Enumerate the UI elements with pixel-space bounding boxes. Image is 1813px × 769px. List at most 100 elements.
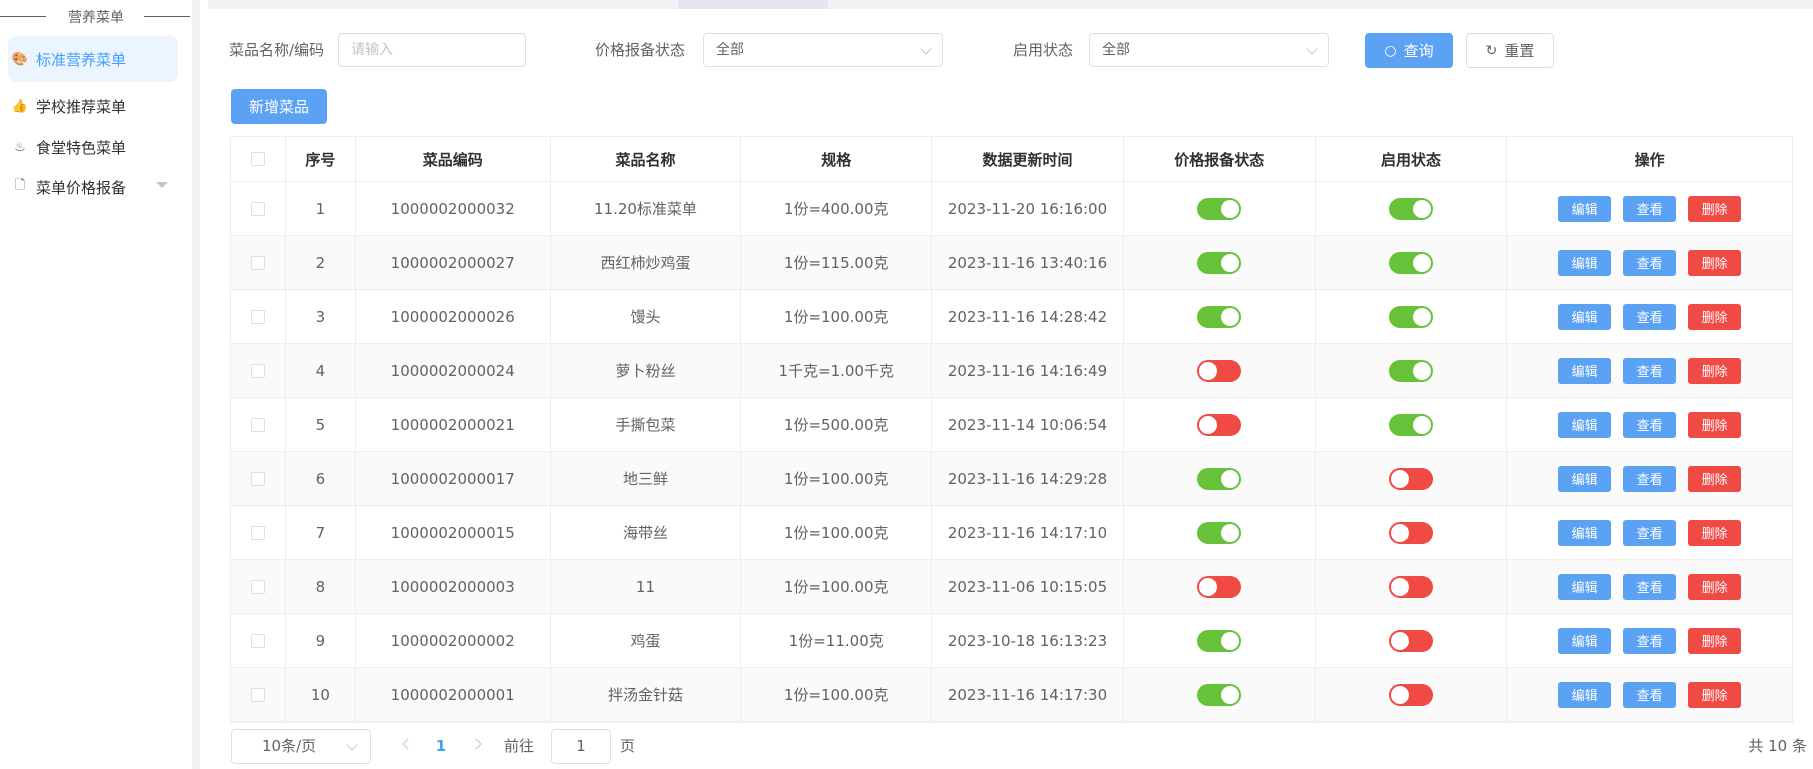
enable-status-switch[interactable] [1388,629,1433,652]
cell-price-status [1124,182,1316,235]
edit-button[interactable]: 编辑 [1558,681,1612,708]
row-checkbox[interactable] [250,309,265,324]
note-icon: 🗋 [14,178,26,193]
price-status-select[interactable]: 全部 [703,33,943,67]
view-button[interactable]: 查看 [1623,627,1677,654]
view-button[interactable]: 查看 [1623,249,1677,276]
row-checkbox[interactable] [250,255,265,270]
cell-price-status [1124,344,1316,397]
goto-page-input[interactable]: 1 [551,729,611,764]
price-status-switch[interactable] [1197,683,1242,706]
delete-button[interactable]: 删除 [1688,195,1742,222]
delete-button[interactable]: 删除 [1688,465,1742,492]
table-row: 4 1000002000024 萝卜粉丝 1千克=1.00千克 2023-11-16 1… [231,344,1792,398]
cell-actions: 编辑 查看 删除 [1507,506,1792,559]
sidebar-item[interactable]: 🗋 菜单价格报备 [8,164,178,210]
top-tab[interactable] [678,0,828,9]
row-checkbox[interactable] [250,363,265,378]
edit-button[interactable]: 编辑 [1558,195,1612,222]
edit-button[interactable]: 编辑 [1558,249,1612,276]
prev-page-icon[interactable] [402,738,414,750]
enable-status-switch[interactable] [1388,305,1433,328]
edit-button[interactable]: 编辑 [1558,573,1612,600]
view-button[interactable]: 查看 [1623,357,1677,384]
edit-button[interactable]: 编辑 [1558,519,1612,546]
price-status-switch[interactable] [1197,467,1242,490]
total-count: 共 10 条 [1748,737,1807,755]
row-checkbox[interactable] [250,579,265,594]
switch-knob [1221,685,1240,704]
price-status-switch[interactable] [1197,197,1242,220]
query-button[interactable]: ○ 查询 [1365,33,1453,68]
delete-button[interactable]: 删除 [1688,519,1742,546]
reset-button-label: 重置 [1504,42,1535,60]
column-header-actions: 操作 [1634,150,1665,169]
enable-status-switch[interactable] [1388,521,1433,544]
price-status-switch[interactable] [1197,413,1242,436]
page-size-select[interactable]: 10条/页 [231,729,371,764]
cell-actions: 编辑 查看 删除 [1507,344,1792,397]
enable-status-select[interactable]: 全部 [1089,33,1329,67]
add-dish-button[interactable]: 新增菜品 [231,89,327,124]
cell-index: 8 [286,560,356,613]
view-button[interactable]: 查看 [1623,195,1677,222]
select-all-checkbox[interactable] [250,152,265,166]
row-checkbox[interactable] [250,201,265,216]
fire-icon: ♨ [14,139,26,155]
cell-name: 海带丝 [551,506,742,559]
divider [144,16,190,17]
view-button[interactable]: 查看 [1623,303,1677,330]
cell-enable-status [1316,398,1508,451]
row-checkbox[interactable] [250,525,265,540]
delete-button[interactable]: 删除 [1688,249,1742,276]
price-status-switch[interactable] [1197,359,1242,382]
refresh-icon: ↻ [1485,42,1498,59]
enable-status-switch[interactable] [1388,467,1433,490]
enable-status-switch[interactable] [1388,251,1433,274]
price-status-switch[interactable] [1197,305,1242,328]
sidebar-item[interactable]: 🎨 标准营养菜单 [8,36,178,82]
view-button[interactable]: 查看 [1623,681,1677,708]
row-checkbox[interactable] [250,633,265,648]
edit-button[interactable]: 编辑 [1558,411,1612,438]
enable-status-switch[interactable] [1388,575,1433,598]
edit-button[interactable]: 编辑 [1558,465,1612,492]
sidebar-item-label: 标准营养菜单 [36,50,127,69]
enable-status-switch[interactable] [1388,683,1433,706]
cell-update-time: 2023-11-16 14:29:28 [932,452,1124,505]
delete-button[interactable]: 删除 [1688,357,1742,384]
view-button[interactable]: 查看 [1623,573,1677,600]
row-checkbox[interactable] [250,687,265,702]
enable-status-switch[interactable] [1388,413,1433,436]
cell-index: 5 [286,398,356,451]
delete-button[interactable]: 删除 [1688,411,1742,438]
edit-button[interactable]: 编辑 [1558,357,1612,384]
cell-actions: 编辑 查看 删除 [1507,614,1792,667]
row-select-cell [231,344,286,397]
reset-button[interactable]: ↻ 重置 [1466,33,1554,68]
delete-button[interactable]: 删除 [1688,627,1742,654]
delete-button[interactable]: 删除 [1688,573,1742,600]
next-page-icon[interactable] [470,738,482,750]
enable-status-switch[interactable] [1388,197,1433,220]
view-button[interactable]: 查看 [1623,465,1677,492]
goto-suffix: 页 [620,737,636,755]
row-checkbox[interactable] [250,471,265,486]
page-number-current[interactable]: 1 [430,729,452,764]
delete-button[interactable]: 删除 [1688,681,1742,708]
edit-button[interactable]: 编辑 [1558,627,1612,654]
price-status-switch[interactable] [1197,521,1242,544]
price-status-switch[interactable] [1197,575,1242,598]
view-button[interactable]: 查看 [1623,411,1677,438]
cell-spec: 1千克=1.00千克 [741,344,933,397]
delete-button[interactable]: 删除 [1688,303,1742,330]
enable-status-switch[interactable] [1388,359,1433,382]
edit-button[interactable]: 编辑 [1558,303,1612,330]
sidebar-item[interactable]: 👍 学校推荐菜单 [8,83,178,129]
name-code-input[interactable]: 请输入 [338,33,526,67]
view-button[interactable]: 查看 [1623,519,1677,546]
row-checkbox[interactable] [250,417,265,432]
table-header: 序号 菜品编码 菜品名称 规格 数据更新时间 价格报备状态 启用状态 操作 [231,137,1792,182]
price-status-switch[interactable] [1197,251,1242,274]
price-status-switch[interactable] [1197,629,1242,652]
